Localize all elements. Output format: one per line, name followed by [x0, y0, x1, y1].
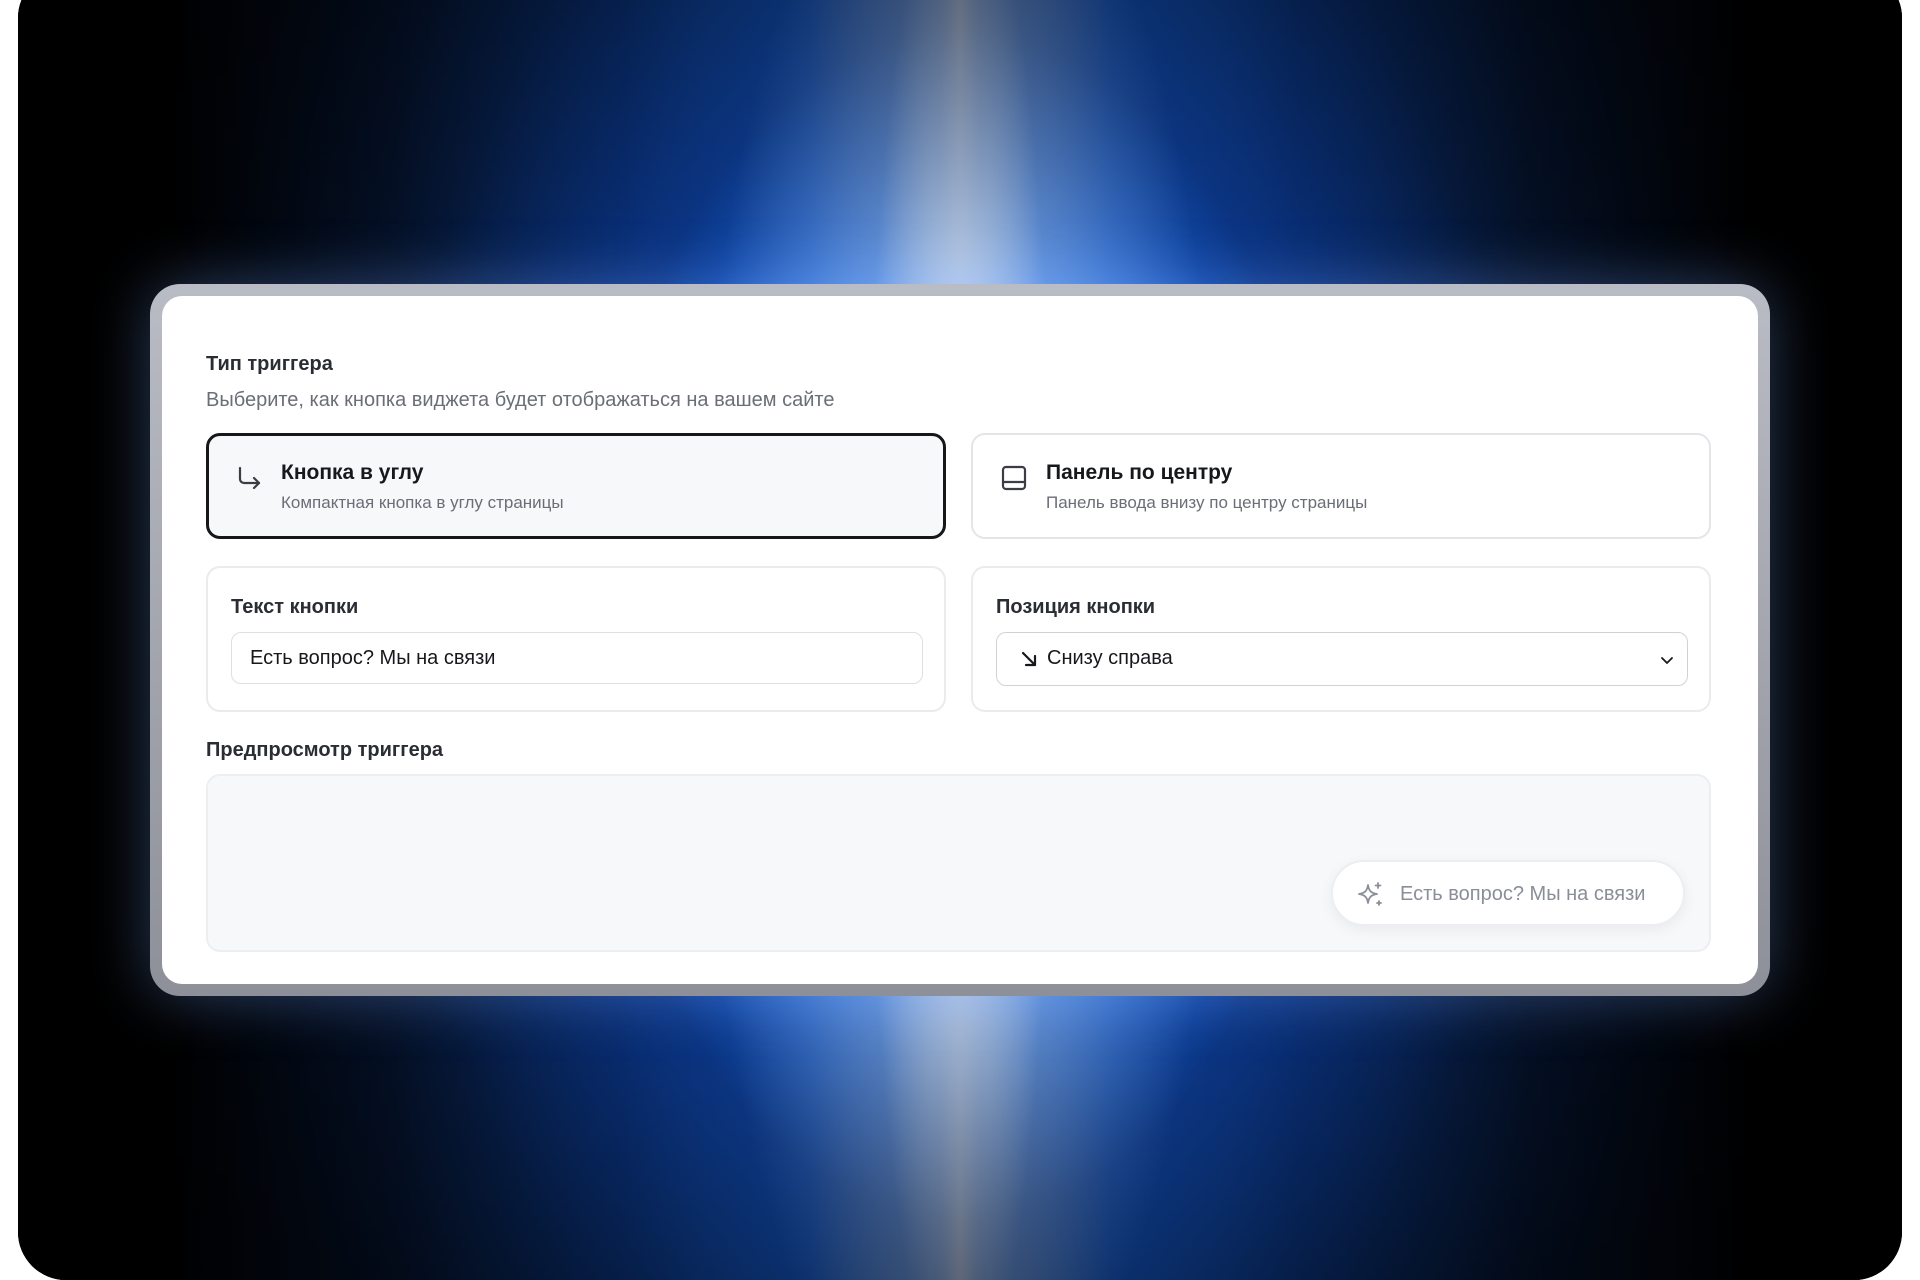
preview-area: Есть вопрос? Мы на связи: [206, 774, 1711, 952]
button-text-input[interactable]: [231, 632, 923, 684]
preview-trigger-text: Есть вопрос? Мы на связи: [1400, 883, 1646, 905]
section-subtitle: Выберите, как кнопка виджета будет отобр…: [206, 389, 835, 411]
trigger-option-center-panel[interactable]: Панель по центру Панель ввода внизу по ц…: [971, 433, 1711, 539]
trigger-option-corner-button[interactable]: Кнопка в углу Компактная кнопка в углу с…: [206, 433, 946, 539]
button-text-section: Текст кнопки: [206, 566, 946, 712]
button-position-select[interactable]: Снизу справа: [996, 632, 1688, 686]
option-description: Панель ввода внизу по центру страницы: [1046, 493, 1368, 512]
button-text-label: Текст кнопки: [231, 596, 359, 618]
section-title: Тип триггера: [206, 353, 333, 375]
chevron-down-icon: [1661, 657, 1673, 664]
corner-down-right-icon: [238, 466, 261, 490]
select-value: Снизу справа: [1047, 647, 1173, 669]
option-title: Панель по центру: [1046, 461, 1233, 484]
option-description: Компактная кнопка в углу страницы: [281, 493, 564, 512]
preview-trigger-button[interactable]: Есть вопрос? Мы на связи: [1331, 860, 1685, 926]
settings-card: Тип триггера Выберите, как кнопка виджет…: [162, 296, 1758, 984]
button-position-label: Позиция кнопки: [996, 596, 1156, 618]
preview-label: Предпросмотр триггера: [206, 739, 444, 761]
window-frame: Тип триггера Выберите, как кнопка виджет…: [150, 284, 1770, 996]
button-position-section: Позиция кнопки Снизу справа: [971, 566, 1711, 712]
option-title: Кнопка в углу: [281, 461, 424, 484]
arrow-down-right-icon: [1021, 651, 1037, 667]
sparkle-icon: [1358, 882, 1382, 906]
panel-bottom-icon: [1001, 465, 1027, 491]
